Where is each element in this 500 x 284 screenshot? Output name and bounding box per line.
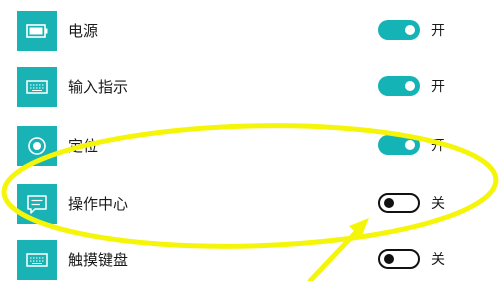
input-indicator-state-text: 开 <box>431 79 445 95</box>
power-state-text: 开 <box>431 23 445 39</box>
setting-label-touch-keyboard: 触摸键盘 <box>68 251 129 269</box>
location-state-text: 开 <box>431 138 445 154</box>
touch-keyboard-icon <box>17 240 57 280</box>
toggle-knob <box>405 25 415 35</box>
keyboard-icon <box>17 67 57 107</box>
input-indicator-toggle[interactable] <box>378 76 420 96</box>
toggle-knob <box>405 81 415 91</box>
location-toggle[interactable] <box>378 135 420 155</box>
touch-keyboard-toggle[interactable] <box>378 249 420 269</box>
action-center-toggle[interactable] <box>378 193 420 213</box>
toggle-knob <box>384 198 394 208</box>
touch-keyboard-state-text: 关 <box>431 252 445 268</box>
setting-row-location: 定位 开 <box>0 126 500 170</box>
setting-row-input-indicator: 输入指示 开 <box>0 67 500 111</box>
power-toggle[interactable] <box>378 20 420 40</box>
setting-row-power: 电源 开 <box>0 11 500 55</box>
toggle-knob <box>405 140 415 150</box>
setting-label-input-indicator: 输入指示 <box>68 78 129 96</box>
setting-row-action-center: 操作中心 关 <box>0 184 500 228</box>
setting-label-location: 定位 <box>68 137 99 155</box>
action-center-state-text: 关 <box>431 196 445 212</box>
battery-icon <box>17 11 57 51</box>
action-center-icon <box>17 184 57 224</box>
setting-row-touch-keyboard: 触摸键盘 关 <box>0 240 500 284</box>
setting-label-action-center: 操作中心 <box>68 195 129 213</box>
location-icon <box>17 126 57 166</box>
toggle-knob <box>384 254 394 264</box>
setting-label-power: 电源 <box>68 22 99 40</box>
